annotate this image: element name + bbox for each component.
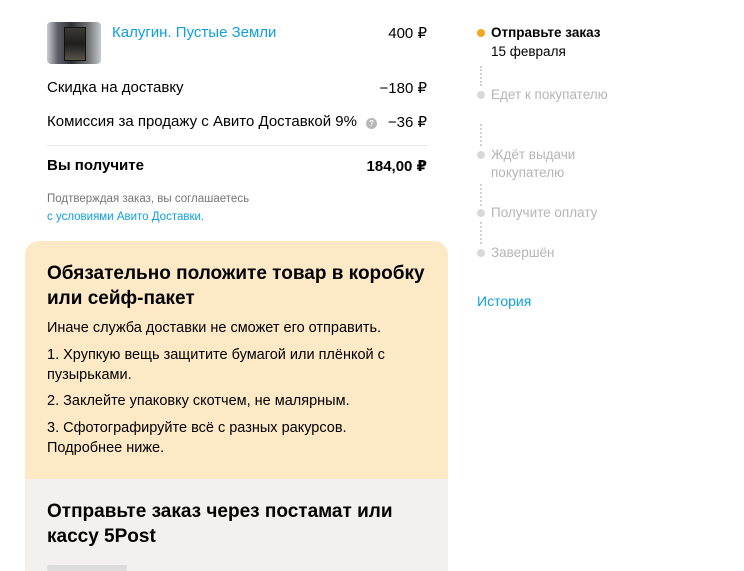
shipping-title: Отправьте заказ через постамат или кассу… (47, 501, 393, 547)
discount-value: −180 ₽ (379, 80, 428, 97)
terms-link[interactable]: с условиями Авито Доставки. (47, 211, 204, 223)
warning-item-1: 1. Хрупкую вещь защитите бумагой или плё… (47, 347, 385, 383)
product-price: 400 ₽ (388, 25, 427, 42)
divider (47, 145, 427, 146)
shipping-section: Отправьте заказ через постамат или кассу… (25, 479, 448, 571)
commission-label: Комиссия за продажу с Авито Доставкой 9% (47, 113, 357, 130)
total-row: Вы получите 184,00 ₽ (47, 157, 427, 177)
product-thumbnail[interactable] (47, 22, 101, 64)
step-dot-icon (477, 249, 485, 257)
info-icon[interactable]: ? (366, 118, 377, 129)
book-cover-image (64, 27, 86, 61)
warning-title: Обязательно положите товар в коробку или… (47, 263, 425, 309)
step-label: Ждёт выдачи покупателю (491, 147, 576, 180)
step-date: 15 февраля (491, 44, 566, 59)
step-dot-icon (477, 209, 485, 217)
terms-note: Подтверждая заказ, вы соглашаетесь (47, 193, 250, 205)
step-dot-icon (477, 91, 485, 99)
commission-value: −36 ₽ (387, 114, 427, 131)
product-title-link[interactable]: Калугин. Пустые Земли (112, 24, 276, 41)
step-label: Получите оплату (491, 205, 598, 220)
total-value: 184,00 ₽ (366, 158, 427, 175)
step-dot-active-icon (477, 29, 485, 37)
product-row: Калугин. Пустые Земли 400 ₽ (47, 22, 427, 64)
step-label: Отправьте заказ (491, 25, 601, 40)
warning-item-2: 2. Заклейте упаковку скотчем, не малярны… (47, 393, 350, 409)
warning-item-3: 3. Сфотографируйте всё с разных ракурсов… (47, 420, 347, 456)
shipping-cut-text (47, 565, 127, 571)
step-connector (480, 124, 482, 146)
warning-intro: Иначе служба доставки не сможет его отпр… (47, 320, 382, 336)
step-dot-icon (477, 151, 485, 159)
discount-label: Скидка на доставку (47, 79, 184, 96)
history-link[interactable]: История (477, 293, 531, 309)
commission-row: Комиссия за продажу с Авито Доставкой 9%… (47, 113, 427, 133)
step-connector (480, 222, 482, 244)
step-connector (480, 66, 482, 86)
packaging-warning: Обязательно положите товар в коробку или… (25, 241, 448, 479)
total-label: Вы получите (47, 157, 144, 174)
step-label: Завершён (491, 245, 555, 260)
step-connector (480, 184, 482, 206)
step-label: Едет к покупателю (491, 87, 608, 102)
discount-row: Скидка на доставку −180 ₽ (47, 79, 427, 99)
